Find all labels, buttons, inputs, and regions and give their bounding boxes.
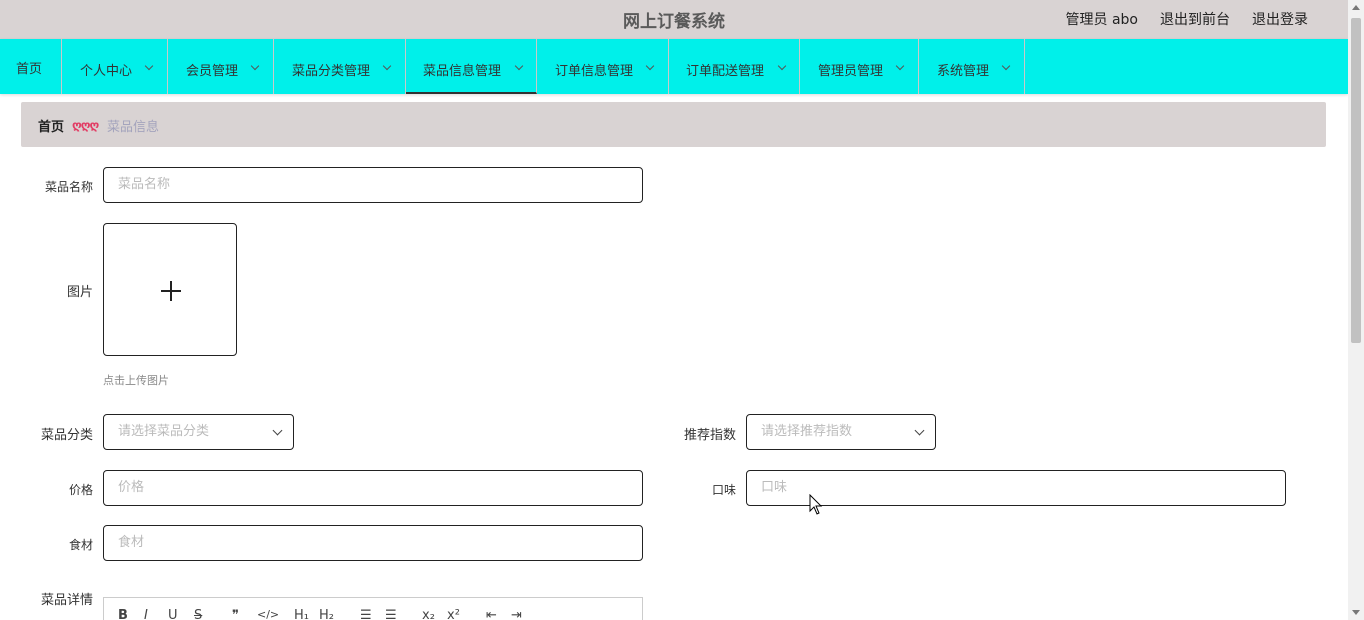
nav-dish-category-mgmt-label: 菜品分类管理 bbox=[292, 64, 371, 79]
recommend-index-label: 推荐指数 bbox=[683, 428, 736, 443]
nav-home-label: 首页 bbox=[16, 62, 43, 77]
nav-member-mgmt[interactable]: 会员管理 bbox=[168, 39, 274, 94]
dish-category-select[interactable]: 请选择菜品分类 bbox=[103, 414, 294, 450]
breadcrumb-separator-icon: ღღღ bbox=[72, 118, 99, 132]
quote-button[interactable]: ❞ bbox=[232, 608, 239, 620]
scroll-down-arrow-icon[interactable] bbox=[1352, 610, 1360, 615]
nav-personal-center[interactable]: 个人中心 bbox=[62, 39, 168, 94]
indent-button[interactable]: ⇥ bbox=[511, 608, 522, 620]
underline-button[interactable]: U bbox=[168, 608, 178, 620]
rich-text-editor[interactable]: B I U S ❞ </> H₁ H₂ ☰ ☰ x₂ x² ⇤ ⇥ bbox=[103, 597, 643, 620]
nav-dish-category-mgmt[interactable]: 菜品分类管理 bbox=[274, 39, 406, 94]
chevron-down-icon bbox=[514, 61, 524, 71]
scrollbar-thumb[interactable] bbox=[1351, 18, 1361, 343]
chevron-down-icon bbox=[272, 425, 283, 436]
image-label: 图片 bbox=[66, 285, 93, 300]
breadcrumb-home[interactable]: 首页 bbox=[38, 116, 64, 135]
back-to-front-link[interactable]: 退出到前台 bbox=[1160, 9, 1230, 29]
nav-order-info-mgmt[interactable]: 订单信息管理 bbox=[537, 39, 669, 94]
breadcrumb: 首页 ღღღ 菜品信息 bbox=[21, 102, 1326, 147]
mouse-cursor-icon bbox=[809, 494, 823, 515]
chevron-down-icon bbox=[895, 61, 905, 71]
nav-system-mgmt[interactable]: 系统管理 bbox=[919, 39, 1025, 94]
logout-link[interactable]: 退出登录 bbox=[1252, 9, 1308, 29]
nav-member-mgmt-label: 会员管理 bbox=[186, 64, 239, 79]
nav-order-delivery-mgmt[interactable]: 订单配送管理 bbox=[669, 39, 800, 94]
top-header: 网上订餐系统 管理员 abo 退出到前台 退出登录 bbox=[0, 0, 1348, 39]
nav-admin-mgmt[interactable]: 管理员管理 bbox=[800, 39, 919, 94]
taste-input[interactable]: 口味 bbox=[746, 470, 1286, 506]
vertical-scrollbar[interactable] bbox=[1348, 0, 1364, 620]
dish-category-label: 菜品分类 bbox=[40, 428, 93, 443]
italic-button[interactable]: I bbox=[144, 608, 148, 620]
bullet-list-button[interactable]: ☰ bbox=[385, 608, 397, 620]
strikethrough-button[interactable]: S bbox=[194, 608, 202, 620]
scroll-up-arrow-icon[interactable] bbox=[1352, 5, 1360, 10]
dish-name-input[interactable]: 菜品名称 bbox=[103, 167, 643, 203]
header-user-links: 管理员 abo 退出到前台 退出登录 bbox=[1066, 9, 1308, 29]
ingredients-label: 食材 bbox=[68, 538, 93, 552]
ordered-list-button[interactable]: ☰ bbox=[360, 608, 372, 620]
chevron-down-icon bbox=[1001, 61, 1011, 71]
nav-personal-center-label: 个人中心 bbox=[80, 64, 133, 79]
main-nav: 首页 个人中心 会员管理 菜品分类管理 菜品信息管理 订单信息管理 订单配送管理… bbox=[0, 39, 1348, 94]
ingredients-input[interactable]: 食材 bbox=[103, 525, 643, 561]
dish-name-label: 菜品名称 bbox=[44, 180, 93, 194]
image-upload-box[interactable] bbox=[103, 223, 237, 356]
price-label: 价格 bbox=[68, 483, 93, 497]
subscript-button[interactable]: x₂ bbox=[422, 608, 435, 620]
breadcrumb-current: 菜品信息 bbox=[107, 120, 160, 135]
current-user: 管理员 abo bbox=[1065, 12, 1138, 28]
plus-icon-vertical bbox=[170, 281, 172, 301]
nav-order-info-mgmt-label: 订单信息管理 bbox=[555, 64, 634, 79]
bold-button[interactable]: B bbox=[118, 608, 128, 620]
nav-dish-info-mgmt[interactable]: 菜品信息管理 bbox=[406, 39, 537, 94]
price-input[interactable]: 价格 bbox=[103, 470, 643, 506]
upload-hint: 点击上传图片 bbox=[103, 374, 169, 387]
chevron-down-icon bbox=[914, 425, 925, 436]
nav-dish-info-mgmt-label: 菜品信息管理 bbox=[423, 64, 502, 79]
taste-label: 口味 bbox=[711, 483, 736, 497]
dish-detail-label: 菜品详情 bbox=[40, 593, 93, 608]
superscript-button[interactable]: x² bbox=[447, 608, 460, 620]
chevron-down-icon bbox=[777, 61, 787, 71]
dish-category-placeholder: 请选择菜品分类 bbox=[118, 424, 210, 439]
chevron-down-icon bbox=[645, 61, 655, 71]
h2-button[interactable]: H₂ bbox=[319, 608, 334, 620]
h1-button[interactable]: H₁ bbox=[294, 608, 309, 620]
chevron-down-icon bbox=[250, 61, 260, 71]
code-button[interactable]: </> bbox=[257, 608, 279, 620]
nav-order-delivery-mgmt-label: 订单配送管理 bbox=[686, 64, 765, 79]
chevron-down-icon bbox=[382, 61, 392, 71]
nav-home[interactable]: 首页 bbox=[0, 39, 62, 94]
outdent-button[interactable]: ⇤ bbox=[486, 608, 497, 620]
chevron-down-icon bbox=[144, 61, 154, 71]
recommend-index-select[interactable]: 请选择推荐指数 bbox=[746, 414, 936, 450]
recommend-index-placeholder: 请选择推荐指数 bbox=[761, 424, 853, 439]
nav-admin-mgmt-label: 管理员管理 bbox=[818, 64, 884, 79]
nav-system-mgmt-label: 系统管理 bbox=[937, 64, 990, 79]
